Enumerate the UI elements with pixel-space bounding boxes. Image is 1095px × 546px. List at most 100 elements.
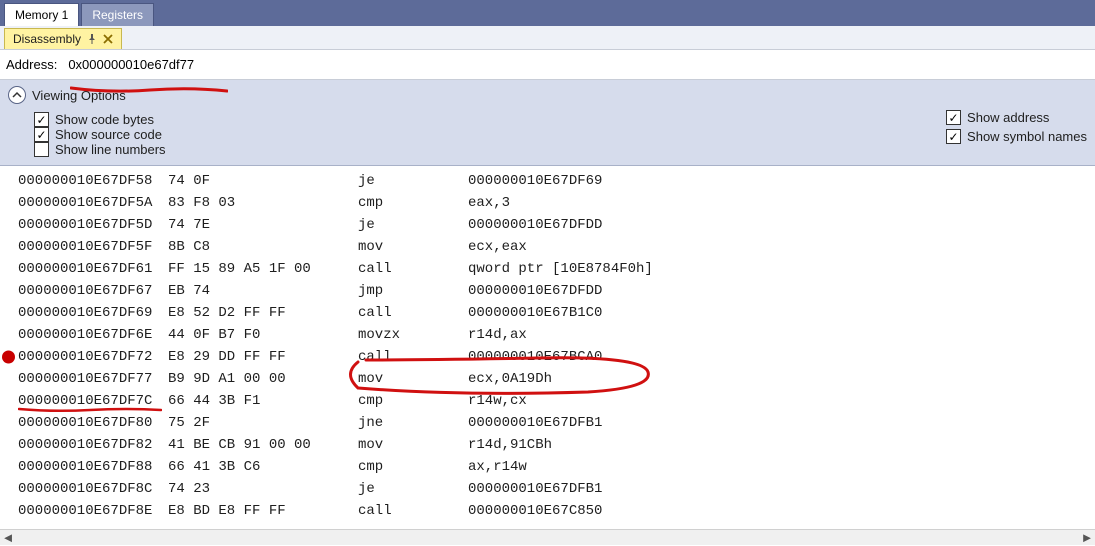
main-tab-bar: Memory 1 Registers [0,0,1095,26]
disasm-operands: 000000010E67B1C0 [468,302,1095,324]
disasm-address: 000000010E67DF82 [18,434,168,456]
address-bar: Address: [0,50,1095,80]
disasm-row[interactable]: 000000010E67DF72E8 29 DD FF FF call00000… [0,346,1095,368]
disasm-operands: ecx,eax [468,236,1095,258]
scroll-right-button[interactable]: ► [1079,530,1095,546]
disasm-address: 000000010E67DF5D [18,214,168,236]
checkbox-show-address[interactable] [946,110,961,125]
disasm-bytes: 44 0F B7 F0 [168,324,358,346]
disasm-row[interactable]: 000000010E67DF5D74 7E je000000010E67DFDD [0,214,1095,236]
close-icon[interactable] [103,34,113,44]
viewing-options-panel: Viewing Options Show code bytesShow sour… [0,80,1095,166]
disasm-bytes: B9 9D A1 00 00 [168,368,358,390]
disasm-mnemonic: cmp [358,456,468,478]
disasm-mnemonic: call [358,302,468,324]
disasm-row[interactable]: 000000010E67DF5F8B C8 movecx,eax [0,236,1095,258]
disasm-row[interactable]: 000000010E67DF8EE8 BD E8 FF FF call00000… [0,500,1095,522]
breakpoint-icon[interactable] [2,351,15,364]
disasm-bytes: E8 29 DD FF FF [168,346,358,368]
disasm-row[interactable]: 000000010E67DF5874 0F je000000010E67DF69 [0,170,1095,192]
disasm-row[interactable]: 000000010E67DF67EB 74 jmp000000010E67DFD… [0,280,1095,302]
tab-registers[interactable]: Registers [81,3,154,26]
disasm-address: 000000010E67DF58 [18,170,168,192]
disasm-mnemonic: mov [358,434,468,456]
disasm-address: 000000010E67DF77 [18,368,168,390]
disasm-bytes: 74 7E [168,214,358,236]
disasm-bytes: 75 2F [168,412,358,434]
disasm-bytes: 74 23 [168,478,358,500]
option-label: Show source code [55,127,162,142]
disasm-operands: 000000010E67C850 [468,500,1095,522]
disasm-bytes: 66 41 3B C6 [168,456,358,478]
disasm-address: 000000010E67DF5A [18,192,168,214]
option-show-line-numbers: Show line numbers [34,142,166,157]
disasm-address: 000000010E67DF69 [18,302,168,324]
disasm-row[interactable]: 000000010E67DF61FF 15 89 A5 1F 00 callqw… [0,258,1095,280]
disasm-mnemonic: mov [358,368,468,390]
disasm-operands: ecx,0A19Dh [468,368,1095,390]
disasm-mnemonic: call [358,500,468,522]
chevron-up-icon [12,90,22,100]
disasm-mnemonic: cmp [358,192,468,214]
checkbox-show-code-bytes[interactable] [34,112,49,127]
disasm-address: 000000010E67DF5F [18,236,168,258]
disasm-operands: 000000010E67DFB1 [468,478,1095,500]
disasm-mnemonic: movzx [358,324,468,346]
disasm-row[interactable]: 000000010E67DF6E44 0F B7 F0 movzxr14d,ax [0,324,1095,346]
checkbox-show-source-code[interactable] [34,127,49,142]
disassembly-listing[interactable]: 000000010E67DF5874 0F je000000010E67DF69… [0,166,1095,522]
scrollbar-track[interactable] [16,530,1079,545]
disasm-operands: 000000010E67BCA0 [468,346,1095,368]
disasm-mnemonic: cmp [358,390,468,412]
document-tab-bar: Disassembly [0,26,1095,50]
disasm-row[interactable]: 000000010E67DF8075 2F jne000000010E67DFB… [0,412,1095,434]
disasm-bytes: 66 44 3B F1 [168,390,358,412]
disasm-address: 000000010E67DF6E [18,324,168,346]
disasm-operands: 000000010E67DFDD [468,214,1095,236]
disasm-bytes: 74 0F [168,170,358,192]
disasm-mnemonic: je [358,170,468,192]
disasm-bytes: 41 BE CB 91 00 00 [168,434,358,456]
disasm-row[interactable]: 000000010E67DF5A83 F8 03 cmpeax,3 [0,192,1095,214]
disasm-address: 000000010E67DF8E [18,500,168,522]
disasm-bytes: E8 BD E8 FF FF [168,500,358,522]
option-show-code-bytes: Show code bytes [34,112,166,127]
disasm-row[interactable]: 000000010E67DF69E8 52 D2 FF FF call00000… [0,302,1095,324]
disasm-address: 000000010E67DF7C [18,390,168,412]
collapse-options-button[interactable] [8,86,26,104]
disasm-row[interactable]: 000000010E67DF8241 BE CB 91 00 00 movr14… [0,434,1095,456]
option-show-address: Show address [946,110,1087,125]
address-input[interactable] [63,54,1089,75]
disasm-bytes: E8 52 D2 FF FF [168,302,358,324]
disasm-mnemonic: jne [358,412,468,434]
disasm-bytes: FF 15 89 A5 1F 00 [168,258,358,280]
option-label: Show line numbers [55,142,166,157]
tab-disassembly-label: Disassembly [13,32,81,46]
disasm-operands: 000000010E67DFB1 [468,412,1095,434]
tab-memory[interactable]: Memory 1 [4,3,79,26]
option-label: Show symbol names [967,129,1087,144]
disasm-mnemonic: call [358,346,468,368]
disasm-operands: qword ptr [10E8784F0h] [468,258,1095,280]
disasm-mnemonic: call [358,258,468,280]
disasm-bytes: EB 74 [168,280,358,302]
disasm-operands: 000000010E67DF69 [468,170,1095,192]
tab-disassembly[interactable]: Disassembly [4,28,122,49]
disasm-operands: r14d,91CBh [468,434,1095,456]
disasm-address: 000000010E67DF80 [18,412,168,434]
disasm-row[interactable]: 000000010E67DF7C66 44 3B F1 cmpr14w,cx [0,390,1095,412]
viewing-options-header: Viewing Options [32,88,126,103]
scroll-left-button[interactable]: ◄ [0,530,16,546]
address-label: Address: [6,57,57,72]
disasm-mnemonic: je [358,478,468,500]
disasm-row[interactable]: 000000010E67DF77B9 9D A1 00 00 movecx,0A… [0,368,1095,390]
disasm-operands: 000000010E67DFDD [468,280,1095,302]
disasm-row[interactable]: 000000010E67DF8866 41 3B C6 cmpax,r14w [0,456,1095,478]
checkbox-show-symbol-names[interactable] [946,129,961,144]
pin-icon[interactable] [87,34,97,44]
disasm-bytes: 83 F8 03 [168,192,358,214]
horizontal-scrollbar[interactable]: ◄ ► [0,529,1095,545]
checkbox-show-line-numbers[interactable] [34,142,49,157]
disasm-bytes: 8B C8 [168,236,358,258]
disasm-row[interactable]: 000000010E67DF8C74 23 je000000010E67DFB1 [0,478,1095,500]
